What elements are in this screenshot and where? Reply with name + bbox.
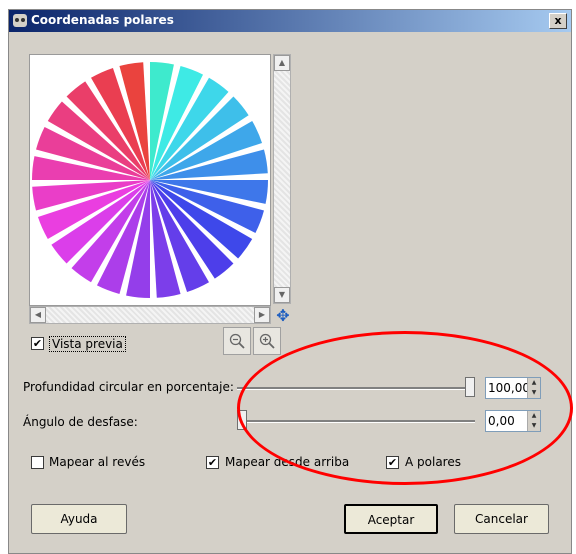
map-from-top-label[interactable]: Mapear desde arriba	[225, 455, 349, 469]
to-polar-checkbox[interactable]: ✔	[386, 456, 399, 469]
depth-slider-thumb[interactable]	[465, 377, 475, 397]
zoom-out-icon	[229, 333, 245, 349]
navigate-icon[interactable]: ✥	[274, 307, 292, 325]
angle-label: Ángulo de desfase:	[23, 415, 138, 429]
scroll-left-icon[interactable]: ◀	[30, 307, 46, 323]
scroll-right-icon[interactable]: ▶	[254, 307, 270, 323]
depth-value: 100,00	[488, 381, 530, 395]
depth-slider-track[interactable]	[237, 387, 475, 390]
scroll-up-icon[interactable]: ▲	[274, 55, 290, 71]
angle-value: 0,00	[488, 414, 515, 428]
reverse-map-label[interactable]: Mapear al revés	[49, 455, 145, 469]
polar-preview-image	[32, 62, 268, 298]
angle-spinbox[interactable]: 0,00 ▲ ▼	[485, 410, 541, 432]
scroll-down-icon[interactable]: ▼	[274, 287, 290, 303]
depth-spinbox[interactable]: 100,00 ▲ ▼	[485, 377, 541, 399]
spin-up-icon[interactable]: ▲	[527, 378, 540, 388]
zoom-in-icon	[259, 333, 275, 349]
spin-down-icon[interactable]: ▼	[527, 388, 540, 398]
dialog-window: Coordenadas polares x ▲ ▼ ◀ ▶ ✥ ✔ Vista …	[8, 9, 572, 554]
gimp-app-icon	[13, 14, 27, 27]
cancel-button[interactable]: Cancelar	[454, 504, 549, 534]
spin-down-icon[interactable]: ▼	[527, 421, 540, 431]
to-polar-label[interactable]: A polares	[405, 455, 461, 469]
close-button[interactable]: x	[549, 13, 567, 29]
reverse-map-checkbox[interactable]	[31, 456, 44, 469]
preview-area: ▲ ▼ ◀ ▶ ✥	[29, 54, 293, 325]
accept-button[interactable]: Aceptar	[344, 504, 438, 534]
help-button[interactable]: Ayuda	[31, 504, 127, 534]
angle-slider-thumb[interactable]	[237, 410, 247, 430]
preview-checkbox[interactable]: ✔	[31, 337, 44, 350]
map-from-top-checkbox[interactable]: ✔	[206, 456, 219, 469]
zoom-in-button[interactable]	[253, 327, 281, 355]
horizontal-scrollbar[interactable]: ◀ ▶	[29, 306, 271, 324]
window-title: Coordenadas polares	[31, 13, 174, 27]
depth-label: Profundidad circular en porcentaje:	[23, 380, 234, 394]
preview-canvas	[29, 54, 271, 306]
vertical-scrollbar[interactable]: ▲ ▼	[273, 54, 291, 304]
angle-slider-track[interactable]	[237, 420, 475, 423]
zoom-out-button[interactable]	[223, 327, 251, 355]
title-bar: Coordenadas polares x	[9, 10, 571, 32]
preview-label[interactable]: Vista previa	[49, 336, 126, 352]
spin-up-icon[interactable]: ▲	[527, 411, 540, 421]
